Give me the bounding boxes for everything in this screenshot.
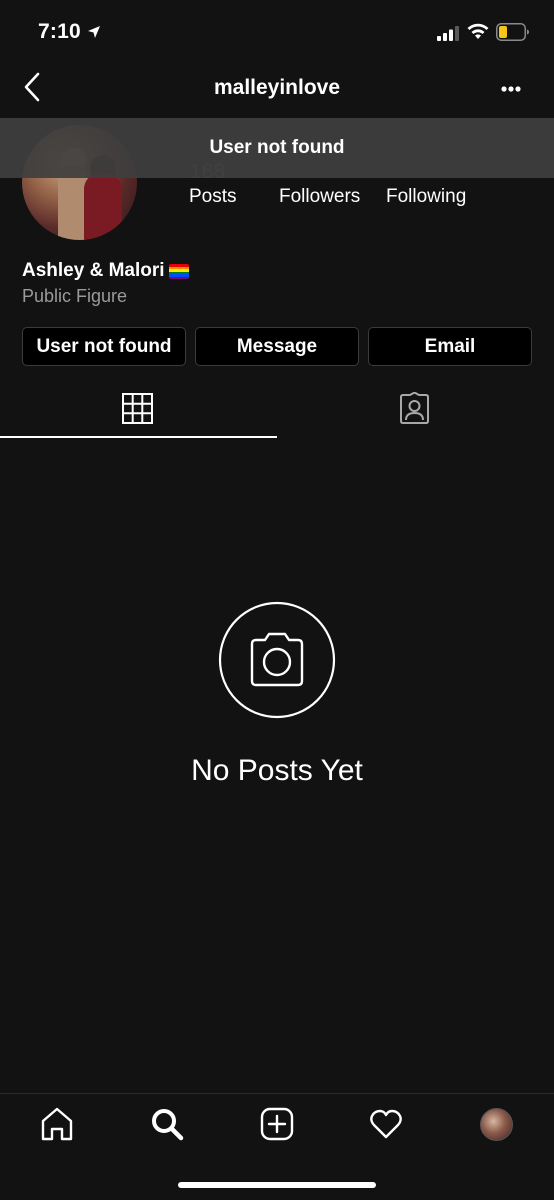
profile-name: Ashley & Malori xyxy=(22,260,165,281)
home-indicator xyxy=(178,1182,376,1188)
error-toast: User not found xyxy=(0,118,554,178)
tagged-person-icon xyxy=(400,392,429,424)
follow-button[interactable]: User not found xyxy=(22,327,186,366)
grid-icon xyxy=(122,393,153,424)
ellipsis-icon xyxy=(501,86,521,92)
profile-avatar[interactable] xyxy=(480,1108,513,1141)
location-arrow-icon xyxy=(88,26,100,38)
search-icon[interactable] xyxy=(150,1107,184,1141)
posts-stat-label[interactable]: Posts xyxy=(189,186,237,208)
camera-icon xyxy=(218,601,336,719)
following-stat-label[interactable]: Following xyxy=(386,186,466,208)
page-title: malleyinlove xyxy=(213,76,341,99)
wifi-icon xyxy=(467,23,489,39)
rainbow-flag-icon xyxy=(169,264,189,279)
message-button[interactable]: Message xyxy=(195,327,359,366)
battery-icon xyxy=(496,23,529,41)
add-post-icon[interactable] xyxy=(260,1107,294,1141)
status-time: 7:10 xyxy=(38,20,81,43)
home-icon[interactable] xyxy=(40,1107,74,1141)
cellular-signal-icon xyxy=(437,26,459,41)
followers-stat-label[interactable]: Followers xyxy=(279,186,360,208)
empty-state-text: No Posts Yet xyxy=(191,754,363,787)
profile-category: Public Figure xyxy=(22,286,128,306)
heart-icon[interactable] xyxy=(369,1107,403,1141)
more-options-button[interactable] xyxy=(492,78,530,100)
email-button[interactable]: Email xyxy=(368,327,532,366)
active-tab-indicator xyxy=(0,436,277,438)
